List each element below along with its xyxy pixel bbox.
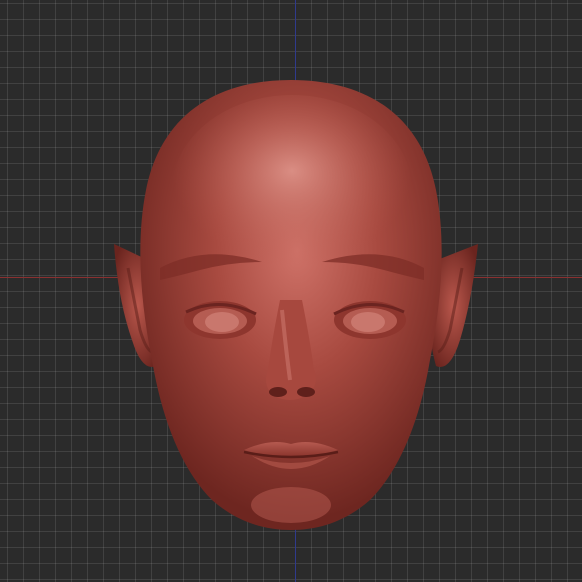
right-eye <box>333 301 406 339</box>
left-eye <box>184 301 257 339</box>
chin <box>251 487 331 523</box>
3d-viewport[interactable] <box>0 0 582 582</box>
head-model[interactable] <box>0 0 582 582</box>
